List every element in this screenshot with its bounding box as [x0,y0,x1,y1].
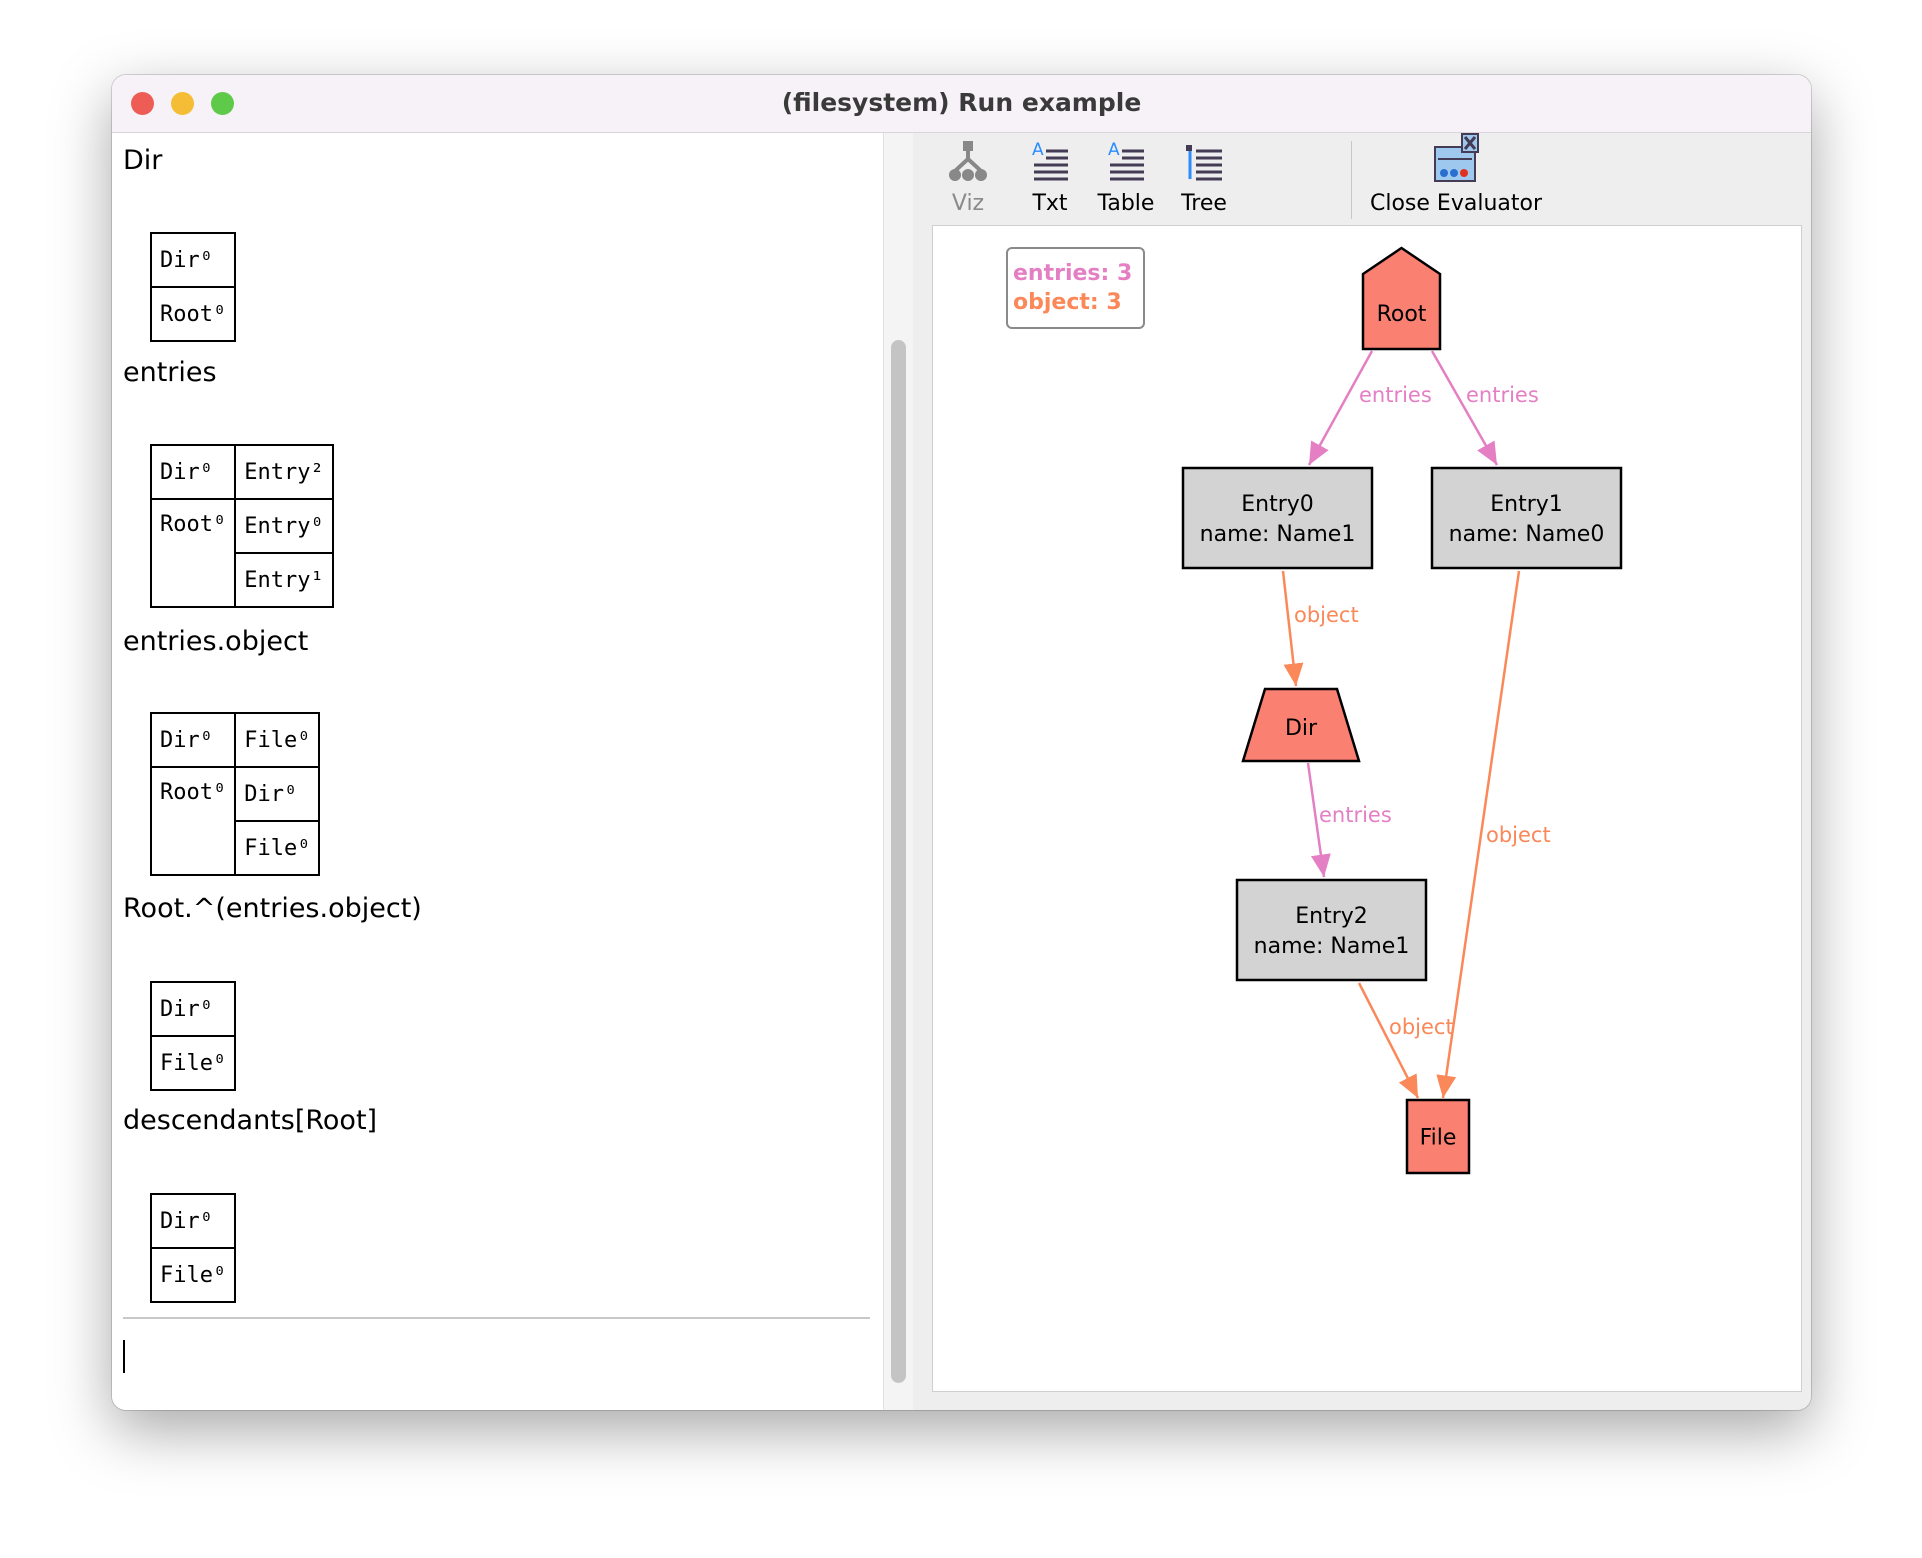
node-label: File [1420,1126,1457,1151]
table-cell: Root⁰ [149,766,237,876]
close-evaluator-icon [1434,133,1479,182]
edge-label: entries [1466,383,1539,407]
table-row: Dir⁰ [149,981,237,1037]
txt-label: Txt [1032,191,1068,216]
table-cell: Entry¹ [234,552,334,608]
table-row: Dir⁰ Entry² [149,444,334,500]
svg-text:A: A [1032,140,1044,160]
table-cell: File⁰ [149,1035,237,1091]
result-expression-label: entries [123,357,217,388]
viz-button[interactable]: Viz [933,133,1003,225]
legend-box: entries: 3 object: 3 [1006,247,1145,329]
result-table: Dir⁰ Root⁰ [149,232,237,342]
svg-text:A: A [1108,140,1120,160]
table-row: File⁰ [149,1035,237,1091]
table-cell: Entry⁰ [234,498,334,554]
table-row: Root⁰ Entry⁰ [149,498,334,608]
table-cell: Dir⁰ [149,1193,237,1249]
node-file[interactable]: File [1405,1098,1471,1175]
close-evaluator-label: Close Evaluator [1370,191,1542,216]
node-label: Entry0 [1241,492,1314,517]
table-cell: File⁰ [234,820,321,876]
table-cell: Root⁰ [149,498,237,608]
window-title: (filesystem) Run example [781,88,1142,117]
node-entry1[interactable]: Entry1 name: Name0 [1430,466,1623,570]
command-input-cursor[interactable] [123,1340,125,1373]
legend-object: object: 3 [1013,290,1122,315]
edge-label: entries [1359,383,1432,407]
scrollbar[interactable] [883,133,915,1410]
table-view-icon: A [1108,140,1144,181]
edge-root-entry0 [1307,350,1374,466]
txt-button[interactable]: A Txt [1015,133,1085,225]
node-root[interactable]: Root [1361,246,1442,351]
node-dir[interactable]: Dir [1241,687,1361,763]
tree-view-icon [1186,145,1222,181]
table-label: Table [1097,191,1155,216]
result-expression-label: Dir [123,145,163,176]
table-row: File⁰ [149,1247,237,1303]
table-cell: Dir⁰ [234,766,321,822]
node-label: Dir [1285,716,1318,741]
evaluator-window: (filesystem) Run example Dir Dir⁰ Root⁰ ent… [112,75,1811,1410]
table-cell: Dir⁰ [149,712,237,768]
result-table: Dir⁰ Entry² Root⁰ Entry⁰ Entry¹ [149,444,334,608]
table-row: Root⁰ [149,286,237,342]
toolbar-separator [1351,141,1352,219]
graph-canvas[interactable]: entries: 3 object: 3 entries entries objec… [932,225,1802,1392]
table-row: Root⁰ Dir⁰ [149,766,321,876]
table-button[interactable]: A Table [1086,133,1166,225]
node-entry2[interactable]: Entry2 name: Name1 [1235,878,1428,982]
instance-graph: entries: 3 object: 3 entries entries objec… [1006,246,1623,1175]
node-label: Entry2 [1295,904,1368,929]
edge-entry0-dir [1281,570,1304,687]
result-table: Dir⁰ File⁰ Root⁰ Dir⁰ File⁰ [149,712,321,876]
result-table: Dir⁰ File⁰ [149,1193,237,1303]
result-table: Dir⁰ File⁰ [149,981,237,1091]
node-label: name: Name1 [1200,522,1356,547]
table-row: Dir⁰ [149,1193,237,1249]
table-cell: Dir⁰ [149,444,237,500]
text-view-icon: A [1032,140,1068,181]
table-cell: Entry² [234,444,334,500]
result-expression-label: entries.object [123,626,309,657]
node-entry0[interactable]: Entry0 name: Name1 [1181,466,1374,570]
table-cell: Dir⁰ [149,232,237,288]
node-label: name: Name1 [1254,934,1410,959]
edge-label: object [1294,603,1359,627]
table-cell: File⁰ [149,1247,237,1303]
table-cell: Root⁰ [149,286,237,342]
table-cell: Dir⁰ [149,981,237,1037]
input-divider [123,1317,870,1319]
table-cell: File⁰ [234,712,321,768]
edge-label: entries [1319,803,1392,827]
tree-button[interactable]: Tree [1169,133,1239,225]
results-pane: Dir Dir⁰ Root⁰ entries Dir⁰ Entry² Root⁰ Entry⁰… [112,133,883,1410]
visualizer-pane: Viz A Txt A Table Tree Close Evaluator e… [913,133,1811,1410]
scrollbar-thumb[interactable] [891,340,906,1383]
tree-label: Tree [1181,191,1227,216]
node-label: name: Name0 [1449,522,1605,547]
node-label: Root [1377,302,1427,327]
result-expression-label: Root.^(entries.object) [123,893,422,924]
title-bar: (filesystem) Run example [112,75,1811,133]
edge-label: object [1486,823,1551,847]
edge-entry2-file [1357,982,1420,1099]
close-evaluator-button[interactable]: Close Evaluator [1366,133,1546,225]
table-row: Dir⁰ File⁰ [149,712,321,768]
edge-root-entry1 [1430,350,1499,466]
table-row: Dir⁰ [149,232,237,288]
node-label: Entry1 [1490,492,1563,517]
viz-graph-icon [949,141,987,181]
edge-label: object [1389,1015,1454,1039]
legend-entries: entries: 3 [1013,261,1132,286]
viz-label: Viz [951,191,985,216]
result-expression-label: descendants[Root] [123,1105,378,1136]
